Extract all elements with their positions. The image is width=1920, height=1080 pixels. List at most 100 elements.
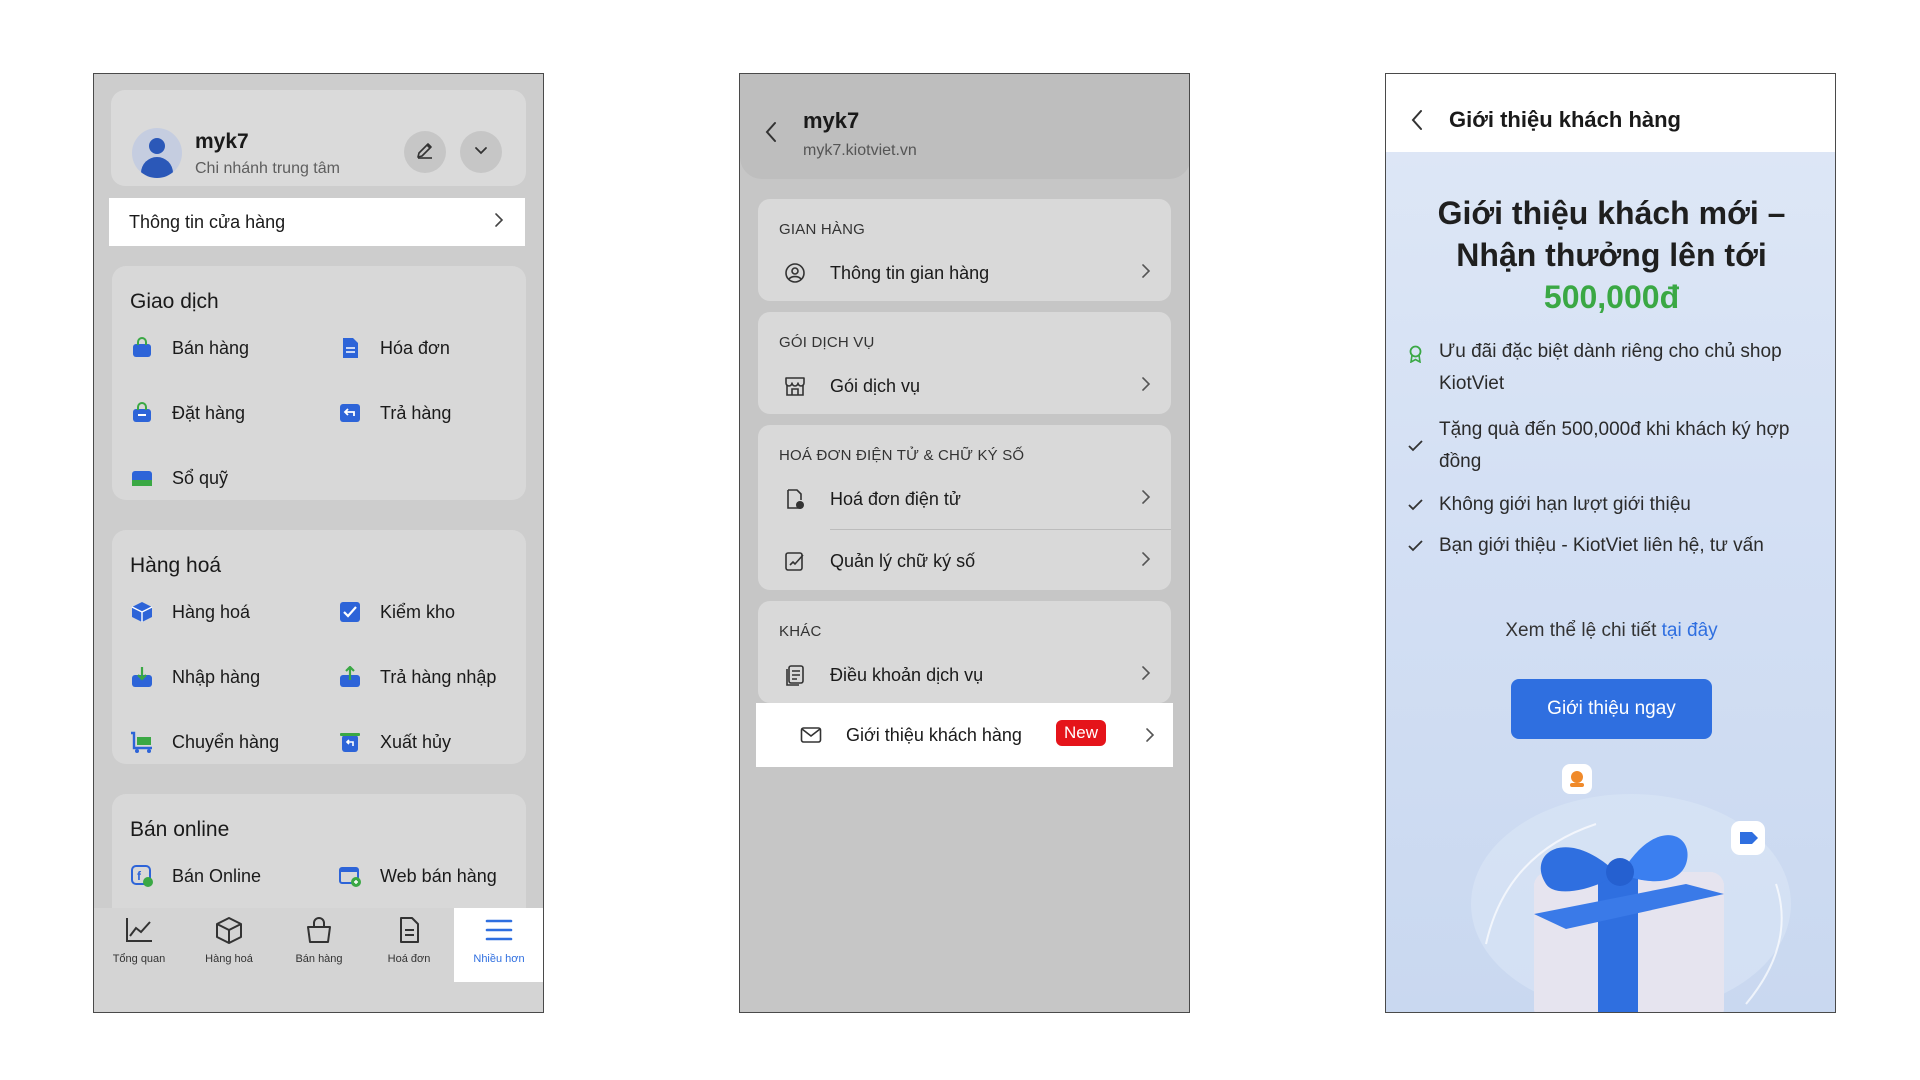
menu-item-cashbook[interactable]: Sổ quỹ xyxy=(130,466,228,490)
menu-item-sell[interactable]: Bán hàng xyxy=(130,336,249,360)
menu-item-write-off[interactable]: Xuất hủy xyxy=(338,730,451,754)
headline-line-2: Nhận thưởng lên tới xyxy=(1456,237,1767,273)
group-caption: HOÁ ĐƠN ĐIỆN TỬ & CHỮ KÝ SỐ xyxy=(779,447,1025,464)
shopping-bag-icon xyxy=(304,916,334,947)
menu-item-invoice[interactable]: Hóa đơn xyxy=(338,336,450,360)
back-chevron-icon[interactable] xyxy=(764,121,778,148)
group-other: KHÁC Điều khoản dịch vụ xyxy=(758,601,1171,703)
edit-button[interactable] xyxy=(404,131,446,173)
signature-icon xyxy=(784,550,806,572)
chevron-right-icon xyxy=(1141,551,1151,572)
row-e-invoice[interactable]: Hoá đơn điện tử xyxy=(758,473,1171,525)
group-e-invoice: HOÁ ĐƠN ĐIỆN TỬ & CHỮ KÝ SỐ Hoá đơn điện… xyxy=(758,425,1171,590)
upload-tray-icon xyxy=(338,665,362,689)
terms-text: Xem thể lệ chi tiết tại đây xyxy=(1505,620,1718,641)
reward-amount: 500,000đ xyxy=(1543,279,1680,315)
benefit-item: Bạn giới thiệu - KiotViet liên hệ, tư vấ… xyxy=(1408,530,1808,562)
tab-overview[interactable]: Tổng quan xyxy=(94,908,184,982)
store-info-label: Thông tin cửa hàng xyxy=(129,211,286,232)
tab-sell[interactable]: Bán hàng xyxy=(274,908,364,982)
checkbox-icon xyxy=(338,600,362,624)
benefit-item: Không giới hạn lượt giới thiệu xyxy=(1408,489,1808,521)
phone-screen-referral: Giới thiệu khách hàng Giới thiệu khách m… xyxy=(1385,73,1836,1013)
chevron-right-icon xyxy=(1145,727,1155,748)
check-icon xyxy=(1408,530,1424,562)
shopping-bag-icon xyxy=(130,401,154,425)
terms-link[interactable]: tại đây xyxy=(1662,620,1718,641)
tab-products[interactable]: Hàng hoá xyxy=(184,908,274,982)
user-circle-icon xyxy=(784,262,806,284)
benefit-item: Ưu đãi đặc biệt dành riêng cho chủ shop … xyxy=(1408,336,1808,400)
section-products: Hàng hoá Hàng hoá Kiểm kho Nhập hàng Trả… xyxy=(112,530,526,764)
menu-item-import[interactable]: Nhập hàng xyxy=(130,665,260,689)
chevron-right-icon xyxy=(493,212,505,233)
menu-item-products[interactable]: Hàng hoá xyxy=(130,600,250,624)
section-title: Bán online xyxy=(130,818,230,841)
divider xyxy=(830,529,1171,530)
row-digital-signature[interactable]: Quản lý chữ ký số xyxy=(758,535,1171,587)
group-store: GIAN HÀNG Thông tin gian hàng xyxy=(758,199,1171,301)
group-caption: GIAN HÀNG xyxy=(779,221,865,238)
row-store-info[interactable]: Thông tin gian hàng xyxy=(758,247,1171,299)
return-icon xyxy=(338,401,362,425)
row-refer-customer[interactable]: Giới thiệu khách hàng New xyxy=(756,703,1173,767)
chevron-right-icon xyxy=(1141,489,1151,510)
facebook-store-icon: f xyxy=(130,864,154,888)
avatar[interactable] xyxy=(132,128,182,178)
tab-invoices[interactable]: Hoá đơn xyxy=(364,908,454,982)
menu-item-return-import[interactable]: Trả hàng nhập xyxy=(338,665,496,689)
row-service-package[interactable]: Gói dịch vụ xyxy=(758,360,1171,412)
chevron-right-icon xyxy=(1141,665,1151,686)
store-domain: myk7.kiotviet.vn xyxy=(803,142,917,159)
document-list-icon xyxy=(784,664,806,686)
section-title: Giao dịch xyxy=(130,290,219,313)
pencil-icon xyxy=(415,140,435,165)
trash-return-icon xyxy=(338,730,362,754)
mail-icon xyxy=(800,724,822,746)
menu-item-web-store[interactable]: Web bán hàng xyxy=(338,864,497,888)
group-caption: KHÁC xyxy=(779,623,822,640)
download-tray-icon xyxy=(130,665,154,689)
web-store-icon xyxy=(338,864,362,888)
wallet-icon xyxy=(130,466,154,490)
menu-item-order[interactable]: Đặt hàng xyxy=(130,401,245,425)
store-info-row[interactable]: Thông tin cửa hàng xyxy=(109,198,525,246)
phone-screen-store-settings: myk7 myk7.kiotviet.vn GIAN HÀNG Thông ti… xyxy=(739,73,1190,1013)
group-service-package: GÓI DỊCH VỤ Gói dịch vụ xyxy=(758,312,1171,414)
document-icon xyxy=(394,916,424,947)
tab-more[interactable]: Nhiều hơn xyxy=(454,908,543,982)
chart-icon xyxy=(124,916,154,947)
back-chevron-icon[interactable] xyxy=(1410,109,1424,136)
shopping-bag-icon xyxy=(130,336,154,360)
menu-item-stocktake[interactable]: Kiểm kho xyxy=(338,600,455,624)
menu-item-return[interactable]: Trả hàng xyxy=(338,401,451,425)
section-transactions: Giao dịch Bán hàng Hóa đơn Đặt hàng Trả … xyxy=(112,266,526,500)
check-icon xyxy=(1408,414,1424,478)
storefront-icon xyxy=(784,375,806,397)
phone-screen-more-menu: myk7 Chi nhánh trung tâm Thông tin cửa h… xyxy=(93,73,544,1013)
store-name: myk7 xyxy=(195,130,249,153)
chevron-down-icon xyxy=(473,142,489,163)
refer-now-button[interactable]: Giới thiệu ngay xyxy=(1511,679,1712,739)
group-caption: GÓI DỊCH VỤ xyxy=(779,334,875,351)
invoice-icon xyxy=(784,488,806,510)
cart-icon xyxy=(130,730,154,754)
menu-item-sell-online[interactable]: f Bán Online xyxy=(130,864,261,888)
check-icon xyxy=(1408,489,1424,521)
page-title: Giới thiệu khách hàng xyxy=(1449,107,1681,132)
section-title: Hàng hoá xyxy=(130,554,222,577)
menu-icon xyxy=(484,916,514,947)
new-badge: New xyxy=(1056,720,1107,746)
box-icon xyxy=(214,916,244,947)
expand-branch-button[interactable] xyxy=(460,131,502,173)
row-terms-of-service[interactable]: Điều khoản dịch vụ xyxy=(758,649,1171,701)
bottom-tab-bar: Tổng quan Hàng hoá Bán hàng Hoá đơn Nhiề… xyxy=(94,908,543,1012)
menu-item-transfer[interactable]: Chuyển hàng xyxy=(130,730,279,754)
box-icon xyxy=(130,600,154,624)
chevron-right-icon xyxy=(1141,263,1151,284)
benefit-item: Tặng quà đến 500,000đ khi khách ký hợp đ… xyxy=(1408,414,1808,478)
page-title: myk7 xyxy=(803,108,860,133)
gift-illustration xyxy=(1446,764,1826,1012)
branch-name: Chi nhánh trung tâm xyxy=(195,160,340,177)
chevron-right-icon xyxy=(1141,376,1151,397)
